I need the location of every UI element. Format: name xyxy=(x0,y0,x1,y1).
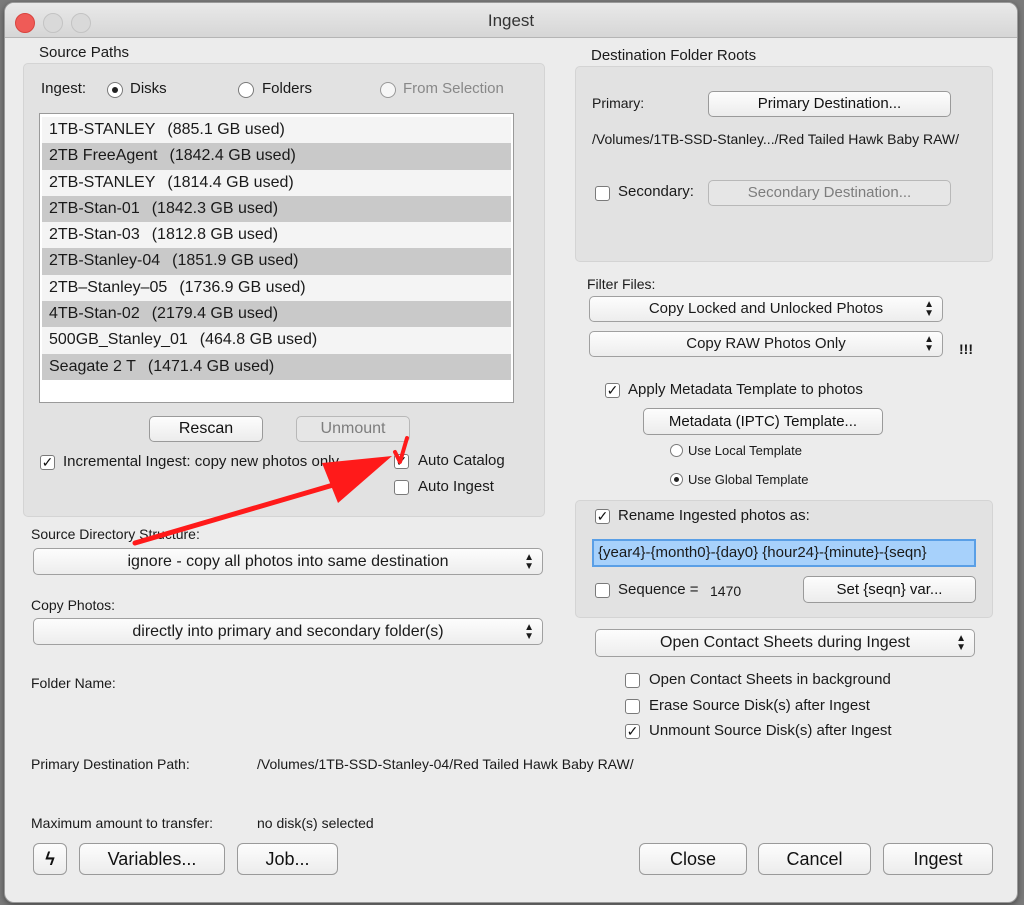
annotation-arrow-shaft xyxy=(132,480,343,546)
annotation-arrowhead xyxy=(322,456,392,503)
annotation-overlay xyxy=(132,436,409,546)
annotation-check-mark xyxy=(393,436,409,464)
